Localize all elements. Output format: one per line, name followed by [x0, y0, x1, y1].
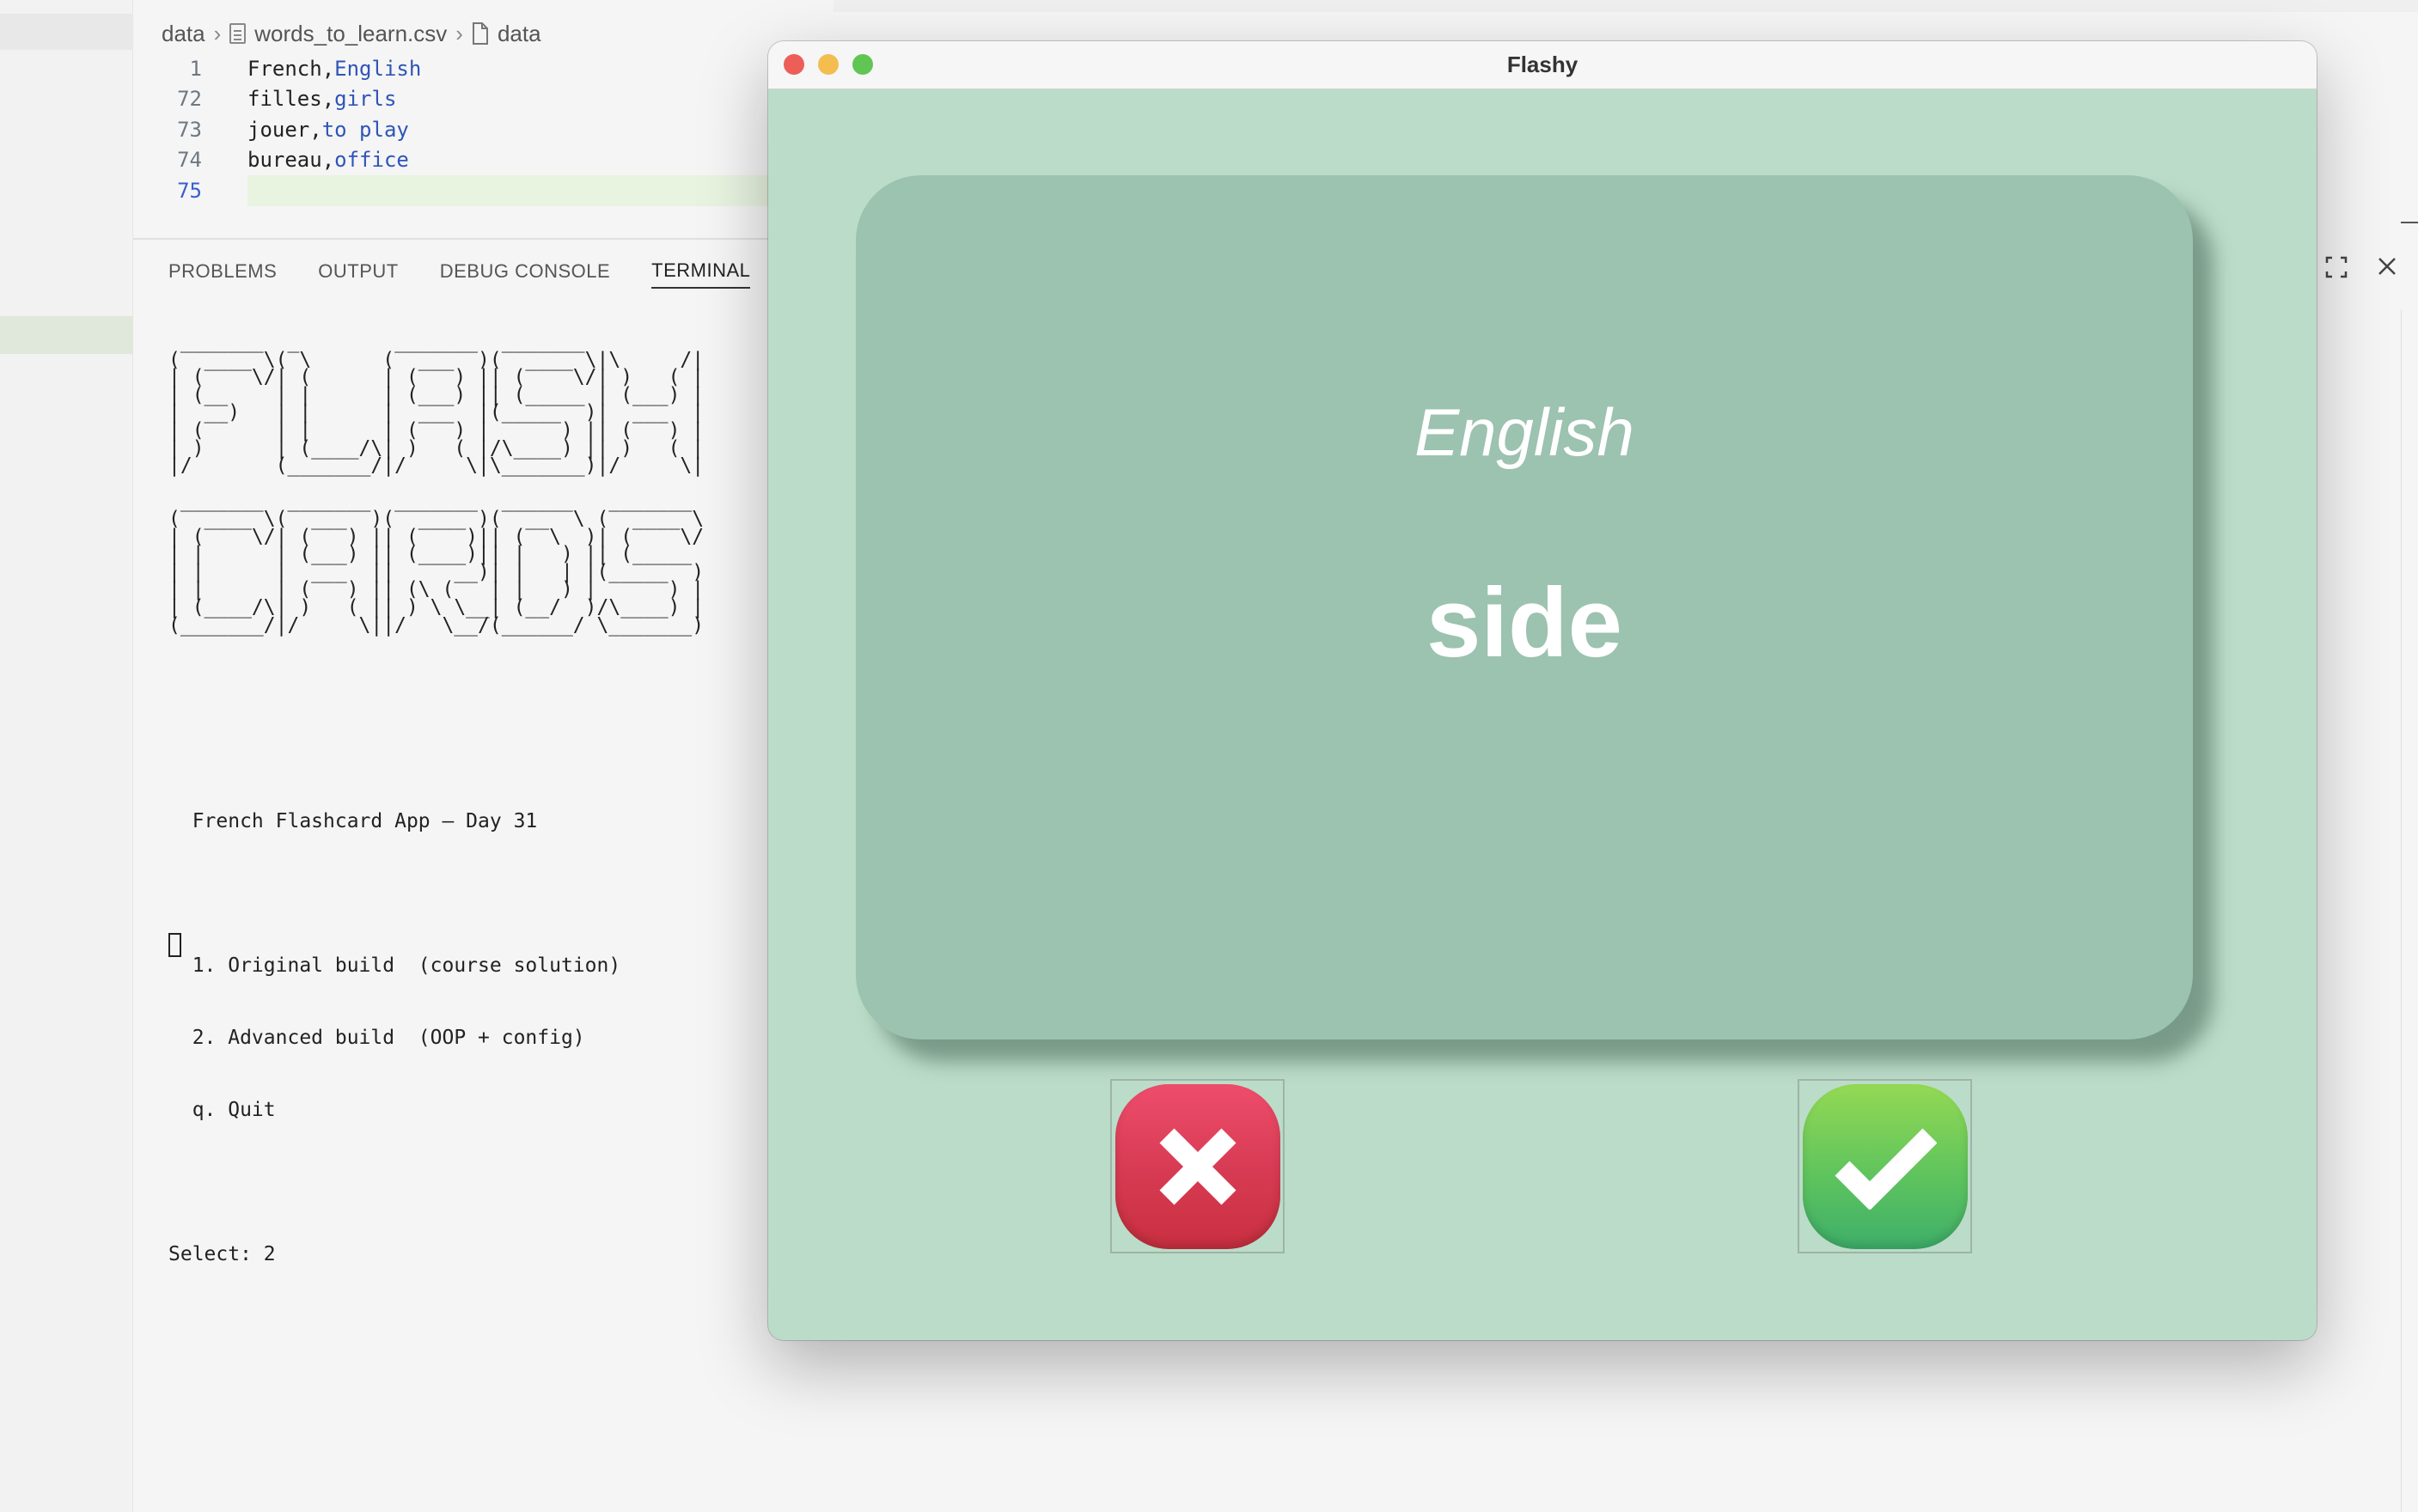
line-number: 73	[177, 117, 202, 142]
x-icon	[1114, 1083, 1280, 1249]
terminal-line: French Flashcard App — Day 31	[168, 810, 538, 832]
breadcrumb-item[interactable]: data	[162, 21, 205, 47]
flashy-window: Flashy English side	[768, 41, 2317, 1340]
terminal-line: 2. Advanced build (OOP + config)	[168, 1027, 585, 1049]
card-word: side	[1426, 569, 1623, 678]
checkmark-icon	[1802, 1083, 1968, 1249]
tab-terminal[interactable]: TERMINAL	[651, 254, 751, 289]
tab-problems[interactable]: PROBLEMS	[168, 254, 277, 289]
flashcard: English side	[856, 175, 2193, 1040]
chevron-right-icon: ›	[213, 20, 222, 46]
scrollbar-marker	[2401, 222, 2418, 223]
panel-tabs: PROBLEMS OUTPUT DEBUG CONSOLE TERMINAL	[168, 254, 751, 289]
close-icon[interactable]	[2377, 256, 2397, 277]
csv-value: English	[334, 56, 422, 81]
breadcrumb-item[interactable]: data	[498, 21, 541, 47]
window-title: Flashy	[1506, 52, 1578, 77]
traffic-lights	[784, 54, 873, 75]
right-button[interactable]	[1798, 1079, 1972, 1253]
terminal-output[interactable]: French Flashcard App — Day 31 1. Origina…	[168, 761, 620, 1290]
csv-key: jouer,	[247, 117, 322, 142]
zoom-window-icon[interactable]	[852, 54, 873, 75]
close-window-icon[interactable]	[784, 54, 804, 75]
terminal-line: Select: 2	[168, 1243, 276, 1265]
wrong-button[interactable]	[1110, 1079, 1285, 1253]
csv-key: filles,	[247, 87, 335, 112]
minimize-window-icon[interactable]	[818, 54, 839, 75]
current-line-highlight	[247, 175, 773, 206]
terminal-ascii-banner: _______ _ _______ _______ ( ____ \( \ ( …	[168, 331, 705, 637]
minimap-edge	[2401, 309, 2418, 1512]
line-number: 74	[177, 148, 202, 173]
csv-file-icon	[229, 23, 247, 44]
maximize-icon[interactable]	[2325, 256, 2348, 278]
code-line[interactable]: 74 bureau,office	[133, 145, 773, 176]
line-number: 75	[177, 178, 202, 203]
file-icon	[472, 22, 488, 45]
code-line[interactable]: 1 French,English	[133, 53, 773, 84]
line-number: 1	[189, 56, 202, 81]
chevron-right-icon: ›	[455, 20, 463, 46]
editor-divider	[133, 238, 773, 240]
csv-value: office	[334, 148, 409, 173]
code-editor[interactable]: 1 French,English 72 filles,girls 73 joue…	[133, 53, 773, 206]
breadcrumb-item[interactable]: words_to_learn.csv	[254, 21, 447, 47]
explorer-item[interactable]	[0, 14, 133, 50]
tab-bar-strip	[833, 0, 2418, 12]
code-line[interactable]: 73 jouer,to play	[133, 114, 773, 145]
terminal-line: 1. Original build (course solution)	[168, 954, 621, 977]
code-line[interactable]: 72 filles,girls	[133, 84, 773, 115]
breadcrumb: data › words_to_learn.csv › data	[162, 19, 541, 48]
window-titlebar[interactable]: Flashy	[768, 41, 2317, 89]
explorer-sidebar	[0, 0, 133, 1512]
line-number: 72	[177, 87, 202, 112]
tab-debug-console[interactable]: DEBUG CONSOLE	[440, 254, 610, 289]
panel-toolbar	[2325, 256, 2397, 278]
explorer-item-selected[interactable]	[0, 316, 133, 354]
tab-output[interactable]: OUTPUT	[318, 254, 398, 289]
csv-key: French,	[247, 56, 335, 81]
code-line-active[interactable]: 75	[133, 175, 773, 206]
terminal-line: q. Quit	[168, 1099, 276, 1121]
csv-value: girls	[334, 87, 397, 112]
csv-key: bureau,	[247, 148, 335, 173]
csv-value: to play	[321, 117, 409, 142]
terminal-cursor	[168, 933, 181, 957]
card-language-title: English	[1414, 394, 1634, 470]
